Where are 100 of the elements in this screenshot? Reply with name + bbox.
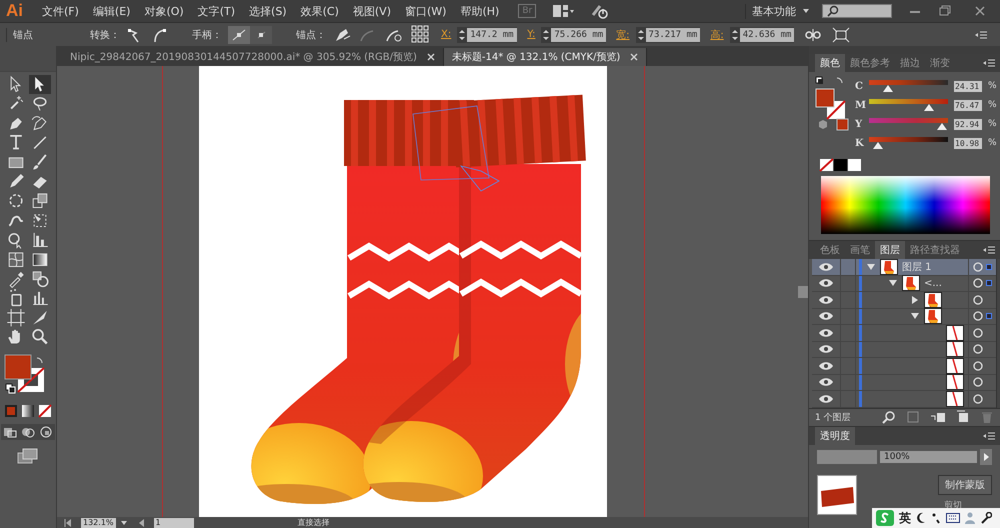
new-layer-icon[interactable] xyxy=(956,410,970,424)
eye-icon[interactable] xyxy=(818,343,834,356)
layer-row[interactable] xyxy=(812,308,996,325)
collapsed-triangle-icon[interactable] xyxy=(910,294,920,305)
menu-item[interactable]: 选择(S) xyxy=(242,4,294,18)
scrollbar[interactable] xyxy=(798,286,808,298)
menu-item[interactable]: 窗口(W) xyxy=(398,4,454,18)
slider-thumb-icon[interactable] xyxy=(883,85,894,92)
show-handles-icon[interactable] xyxy=(228,26,250,44)
panel-tab[interactable]: 渐变 xyxy=(925,54,955,72)
slider-thumb-icon[interactable] xyxy=(937,123,948,130)
target-circle-icon[interactable] xyxy=(973,394,983,404)
eye-icon[interactable] xyxy=(818,310,834,322)
layer-row[interactable] xyxy=(812,342,996,358)
panel-menu-icon[interactable] xyxy=(982,245,996,255)
swatch-presets-icon[interactable] xyxy=(819,158,863,172)
target-circle-icon[interactable] xyxy=(973,377,983,388)
opacity-field[interactable]: 100% xyxy=(880,450,977,462)
menu-item[interactable]: 效果(C) xyxy=(294,4,346,18)
value-field[interactable]: 73.217 mm xyxy=(646,28,700,42)
constrain-proportions-icon[interactable] xyxy=(804,28,822,42)
artboard-icon[interactable] xyxy=(5,308,27,328)
target-circle-icon[interactable] xyxy=(973,360,983,371)
panel-tab[interactable]: 图层 xyxy=(875,241,905,259)
draw-normal-icon[interactable] xyxy=(2,425,18,440)
eye-icon[interactable] xyxy=(818,360,834,372)
sync-settings-icon[interactable] xyxy=(590,3,610,19)
value-field[interactable]: 147.2 mm xyxy=(467,28,518,42)
layer-name[interactable]: 图层 1 xyxy=(902,260,932,274)
expanded-triangle-icon[interactable] xyxy=(888,278,898,288)
menu-item[interactable]: 编辑(E) xyxy=(86,4,138,18)
expanded-triangle-icon[interactable] xyxy=(910,311,920,322)
target-circle-icon[interactable] xyxy=(973,294,983,305)
menu-item[interactable]: 对象(O) xyxy=(137,4,191,18)
panel-tab[interactable]: 透明度 xyxy=(815,426,855,444)
eye-icon[interactable] xyxy=(818,294,834,306)
menu-item[interactable]: 文字(T) xyxy=(190,4,242,18)
fill-stroke-swatches-icon[interactable] xyxy=(815,76,849,132)
eye-icon[interactable] xyxy=(818,260,834,273)
punctuation-icon[interactable] xyxy=(931,512,941,524)
layer-row[interactable] xyxy=(812,358,996,374)
clipping-mask-icon[interactable] xyxy=(906,410,920,424)
screen-mode-icon[interactable] xyxy=(17,448,39,464)
layer-name[interactable]: <... xyxy=(924,278,942,289)
make-mask-button[interactable]: 制作蒙版 xyxy=(938,474,992,494)
input-mode-label[interactable]: 英 xyxy=(899,510,911,526)
slider-thumb-icon[interactable] xyxy=(924,104,934,111)
transform-icon[interactable] xyxy=(832,26,850,42)
value-field[interactable]: 42.636 mm xyxy=(740,28,794,42)
reference-point-icon[interactable] xyxy=(410,24,431,45)
layer-row[interactable] xyxy=(812,374,996,391)
target-circle-icon[interactable] xyxy=(973,328,983,338)
none-mode-icon[interactable] xyxy=(38,404,52,418)
expanded-triangle-icon[interactable] xyxy=(866,262,876,272)
workspace-switcher[interactable]: 基本功能 xyxy=(745,4,802,18)
wrench-icon[interactable] xyxy=(980,512,992,524)
target-circle-icon[interactable] xyxy=(973,262,983,272)
draw-behind-icon[interactable] xyxy=(20,425,36,440)
layer-row[interactable]: 图层 1 xyxy=(812,259,996,276)
value-field[interactable]: 76.47 xyxy=(954,100,982,110)
panel-tab[interactable]: 颜色参考 xyxy=(845,54,895,72)
panel-tab[interactable]: 路径查找器 xyxy=(905,241,965,259)
menu-item[interactable]: 视图(V) xyxy=(346,4,398,18)
hide-handles-icon[interactable] xyxy=(250,26,272,44)
draw-inside-icon[interactable] xyxy=(38,425,54,440)
layer-row[interactable] xyxy=(812,391,996,408)
search-field[interactable] xyxy=(822,4,892,18)
color-mode-icon[interactable] xyxy=(4,404,18,418)
value-field[interactable]: 10.98 xyxy=(954,138,982,148)
layer-row[interactable]: <... xyxy=(812,276,996,292)
keyboard-icon[interactable] xyxy=(946,513,960,523)
panel-tab[interactable]: 色板 xyxy=(815,241,845,259)
document-tab[interactable]: 未标题-14* @ 132.1% (CMYK/预览) xyxy=(444,48,648,66)
menu-item[interactable]: 帮助(H) xyxy=(453,4,506,18)
zoom-field[interactable]: 132.1% xyxy=(81,518,116,528)
value-field[interactable]: 92.94 xyxy=(954,118,982,130)
target-circle-icon[interactable] xyxy=(973,311,983,322)
panel-tab[interactable]: 画笔 xyxy=(845,241,875,259)
close-icon[interactable] xyxy=(426,53,435,61)
eye-icon[interactable] xyxy=(818,392,834,405)
panel-grip[interactable] xyxy=(0,46,56,72)
panel-menu-icon[interactable] xyxy=(982,430,996,440)
menu-item[interactable]: 文件(F) xyxy=(35,4,86,18)
value-field[interactable]: 24.31 xyxy=(954,80,982,92)
eye-icon[interactable] xyxy=(818,326,834,339)
panel-menu-icon[interactable] xyxy=(982,58,996,68)
slider-thumb-icon[interactable] xyxy=(872,142,883,149)
eye-icon[interactable] xyxy=(818,277,834,290)
panel-tab[interactable]: 颜色 xyxy=(815,54,845,72)
panel-tab[interactable]: 描边 xyxy=(895,54,925,72)
close-icon[interactable] xyxy=(630,53,638,61)
color-spectrum[interactable] xyxy=(821,176,990,234)
value-field[interactable]: 75.266 mm xyxy=(551,28,606,42)
gradient-mode-icon[interactable] xyxy=(21,404,35,418)
caret-icon[interactable] xyxy=(120,520,128,526)
target-circle-icon[interactable] xyxy=(973,278,983,288)
search-icon[interactable] xyxy=(882,410,896,424)
layer-row[interactable] xyxy=(812,325,996,342)
arrange-documents-icon[interactable] xyxy=(552,4,574,18)
target-circle-icon[interactable] xyxy=(973,344,983,354)
